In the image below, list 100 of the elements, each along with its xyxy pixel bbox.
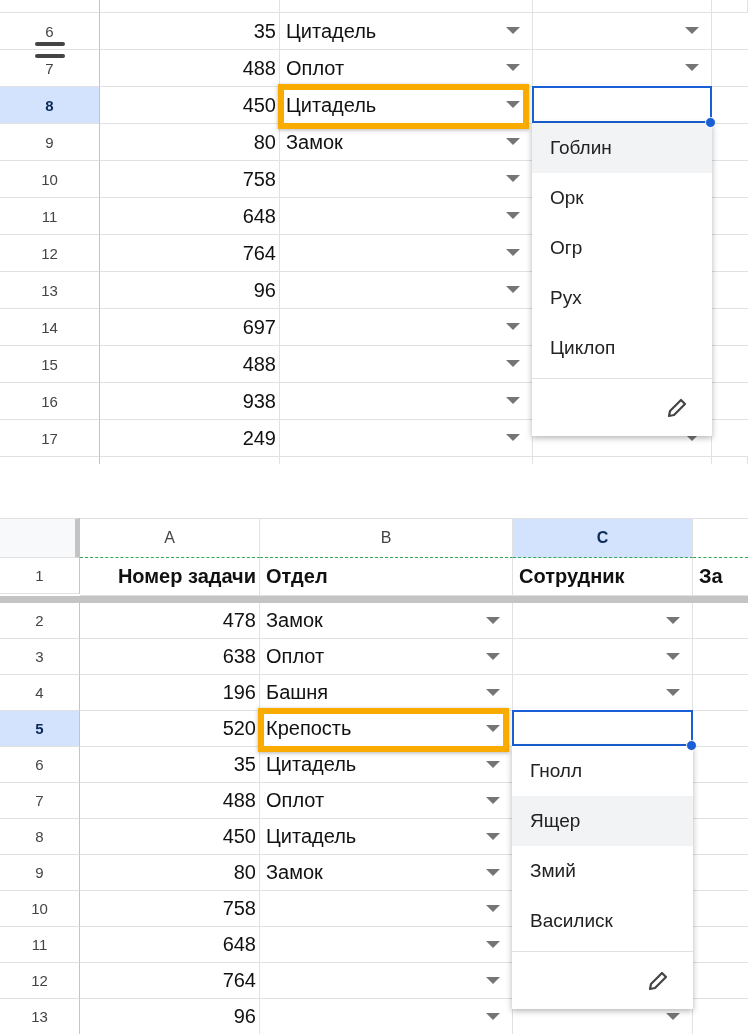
dropdown-arrow-icon[interactable] (506, 27, 520, 35)
table-cell: 764 (222, 969, 256, 992)
row-header[interactable]: 4 (0, 675, 80, 711)
row-header[interactable]: 12 (0, 235, 100, 272)
row-header[interactable]: 14 (0, 309, 100, 346)
row-header[interactable]: 1 (0, 558, 80, 594)
row-header[interactable]: 10 (0, 161, 100, 198)
column-header[interactable]: A (80, 518, 260, 558)
table-cell: 488 (242, 56, 276, 80)
menu-option[interactable]: Гоблин (532, 123, 712, 173)
column-header[interactable]: B (260, 518, 513, 558)
column-title: Отдел (266, 565, 328, 588)
menu-option[interactable]: Циклоп (532, 323, 712, 373)
dropdown-arrow-icon[interactable] (506, 64, 520, 72)
dropdown-arrow-icon[interactable] (685, 27, 699, 35)
table-cell: Цитадель (286, 19, 377, 43)
table-cell: 96 (233, 1005, 256, 1028)
row-header[interactable]: 2 (0, 603, 80, 639)
row-header[interactable]: 12 (0, 963, 80, 999)
table-cell: 450 (242, 93, 276, 117)
pencil-icon[interactable] (666, 396, 688, 419)
pencil-icon[interactable] (647, 969, 669, 992)
dropdown-arrow-icon[interactable] (486, 904, 500, 913)
column-title: Сотрудник (519, 565, 625, 588)
menu-option[interactable]: Орк (532, 173, 712, 223)
dropdown-arrow-icon[interactable] (486, 652, 500, 661)
dropdown-arrow-icon[interactable] (486, 796, 500, 805)
menu-option[interactable]: Рух (532, 273, 712, 323)
dropdown-arrow-icon[interactable] (486, 868, 500, 877)
dropdown-arrow-icon[interactable] (666, 652, 680, 661)
row-header[interactable]: 5 (0, 711, 80, 747)
dropdown-arrow-icon[interactable] (685, 64, 699, 72)
row-header[interactable]: 8 (0, 819, 80, 855)
dropdown-arrow-icon[interactable] (486, 1012, 500, 1021)
row-header[interactable]: 16 (0, 383, 100, 420)
dropdown-arrow-icon[interactable] (486, 616, 500, 625)
table-cell: Цитадель (266, 825, 357, 848)
table-cell: 80 (253, 130, 276, 154)
dropdown-arrow-icon[interactable] (486, 940, 500, 949)
menu-option[interactable]: Гнолл (512, 746, 693, 796)
column-header[interactable]: C (513, 518, 693, 558)
row-header[interactable]: 10 (0, 891, 80, 927)
dropdown-arrow-icon[interactable] (685, 434, 699, 442)
dropdown-arrow-icon[interactable] (506, 286, 520, 294)
dropdown-arrow-icon[interactable] (486, 688, 500, 697)
row-resize-handle-icon[interactable] (35, 42, 65, 58)
column-title: Номер задачи (117, 565, 256, 588)
row-header[interactable]: 6 (0, 13, 100, 50)
table-cell: 648 (242, 204, 276, 228)
dropdown-arrow-icon[interactable] (486, 724, 500, 733)
dropdown-arrow-icon[interactable] (506, 323, 520, 331)
table-cell: 96 (253, 278, 276, 302)
dropdown-arrow-icon[interactable] (666, 1012, 680, 1021)
dropdown-arrow-icon[interactable] (506, 101, 520, 109)
dropdown-arrow-icon[interactable] (506, 175, 520, 183)
table-cell: Замок (266, 609, 323, 632)
row-header[interactable]: 15 (0, 346, 100, 383)
table-cell: 638 (222, 645, 256, 668)
column-title: За (699, 565, 723, 588)
table-cell: Замок (286, 130, 343, 154)
row-header[interactable]: 7 (0, 783, 80, 819)
table-cell: 35 (253, 19, 276, 43)
dropdown-arrow-icon[interactable] (666, 688, 680, 697)
row-header[interactable]: 17 (0, 420, 100, 457)
row-header[interactable]: 6 (0, 747, 80, 783)
dropdown-arrow-icon[interactable] (506, 397, 520, 405)
table-cell: 80 (233, 861, 256, 884)
table-cell: Замок (266, 861, 323, 884)
table-cell: Цитадель (266, 753, 357, 776)
table-cell: 764 (242, 241, 276, 265)
dropdown-arrow-icon[interactable] (506, 434, 520, 442)
row-header[interactable]: 7 (0, 50, 100, 87)
row-header[interactable]: 8 (0, 87, 100, 124)
cell-editor-field[interactable] (532, 86, 712, 123)
row-header[interactable]: 13 (0, 272, 100, 309)
table-cell: 758 (222, 897, 256, 920)
menu-option[interactable]: Василиск (512, 896, 693, 946)
table-cell: 35 (233, 753, 256, 776)
dropdown-arrow-icon[interactable] (666, 616, 680, 625)
table-cell: 697 (242, 315, 276, 339)
dropdown-arrow-icon[interactable] (486, 760, 500, 769)
dropdown-arrow-icon[interactable] (506, 138, 520, 146)
dropdown-arrow-icon[interactable] (486, 976, 500, 985)
menu-option[interactable]: Ящер (512, 796, 693, 846)
cell-editor-field[interactable] (512, 710, 693, 746)
table-cell: 938 (242, 389, 276, 413)
table-cell: 488 (222, 789, 256, 812)
dropdown-arrow-icon[interactable] (506, 249, 520, 257)
dropdown-arrow-icon[interactable] (486, 832, 500, 841)
dropdown-arrow-icon[interactable] (506, 212, 520, 220)
table-cell: 196 (222, 681, 256, 704)
table-cell: 520 (222, 717, 256, 740)
row-header[interactable]: 11 (0, 927, 80, 963)
menu-option[interactable]: Огр (532, 223, 712, 273)
menu-option[interactable]: Змий (512, 846, 693, 896)
row-header[interactable]: 9 (0, 855, 80, 891)
row-header[interactable]: 9 (0, 124, 100, 161)
row-header[interactable]: 11 (0, 198, 100, 235)
dropdown-arrow-icon[interactable] (506, 360, 520, 368)
row-header[interactable]: 3 (0, 639, 80, 675)
